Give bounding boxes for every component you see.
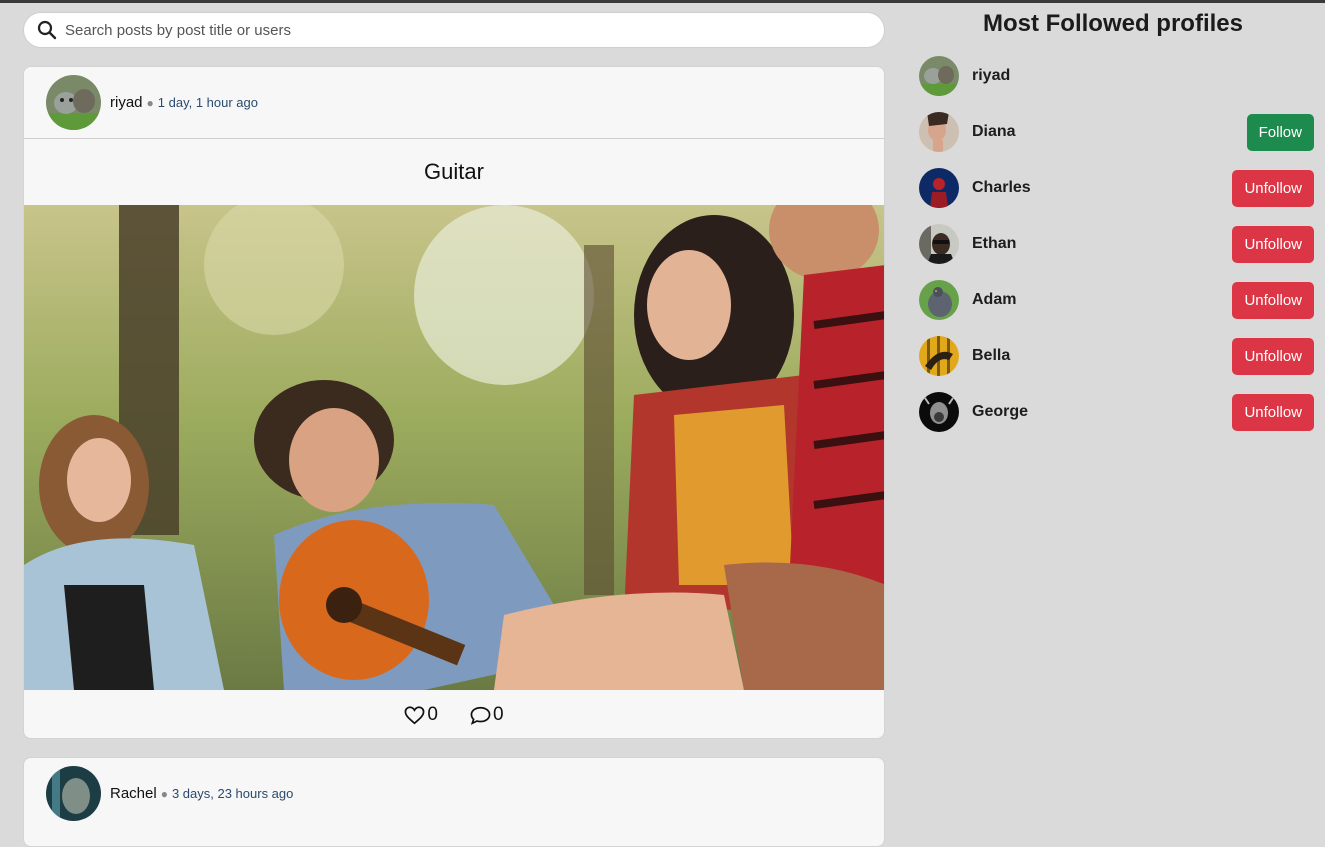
profile-name[interactable]: Adam bbox=[972, 291, 1232, 309]
profile-avatar[interactable] bbox=[919, 224, 959, 264]
post-author[interactable]: riyad bbox=[110, 94, 143, 111]
like-count: 0 bbox=[427, 704, 438, 725]
post-time: 1 day, 1 hour ago bbox=[157, 95, 258, 110]
unfollow-button[interactable]: Unfollow bbox=[1232, 169, 1314, 207]
author-avatar[interactable] bbox=[46, 75, 101, 130]
post-header: riyad ● 1 day, 1 hour ago bbox=[24, 67, 884, 139]
unfollow-button[interactable]: Unfollow bbox=[1232, 225, 1314, 263]
profile-item-diana[interactable]: Diana Follow bbox=[919, 112, 1314, 152]
comment-button[interactable]: 0 bbox=[470, 704, 504, 726]
post-card: Rachel ● 3 days, 23 hours ago bbox=[23, 757, 885, 847]
profile-item-ethan[interactable]: Ethan Unfollow bbox=[919, 224, 1314, 264]
profile-item-bella[interactable]: Bella Unfollow bbox=[919, 336, 1314, 376]
profile-item-charles[interactable]: Charles Unfollow bbox=[919, 168, 1314, 208]
post-time: 3 days, 23 hours ago bbox=[171, 786, 294, 801]
profile-item-adam[interactable]: Adam Unfollow bbox=[919, 280, 1314, 320]
post-footer: 0 0 bbox=[24, 690, 884, 738]
profile-name[interactable]: Diana bbox=[972, 123, 1247, 141]
heart-icon bbox=[404, 705, 425, 724]
search-bar[interactable] bbox=[23, 12, 885, 48]
comment-count: 0 bbox=[493, 704, 504, 725]
profile-avatar[interactable] bbox=[919, 56, 959, 96]
search-input[interactable] bbox=[63, 20, 847, 40]
profile-name[interactable]: Ethan bbox=[972, 235, 1232, 253]
profile-item-george[interactable]: George Unfollow bbox=[919, 392, 1314, 432]
profile-avatar[interactable] bbox=[919, 336, 959, 376]
post-header: Rachel ● 3 days, 23 hours ago bbox=[24, 758, 884, 829]
follow-button[interactable]: Follow bbox=[1246, 113, 1314, 151]
post-card: riyad ● 1 day, 1 hour ago Guitar 0 0 bbox=[23, 66, 885, 739]
profile-name[interactable]: George bbox=[972, 403, 1232, 421]
profile-avatar[interactable] bbox=[919, 112, 959, 152]
search-icon bbox=[37, 20, 57, 40]
unfollow-button[interactable]: Unfollow bbox=[1232, 281, 1314, 319]
post-image[interactable] bbox=[24, 205, 885, 690]
separator-dot: ● bbox=[146, 95, 154, 110]
sidebar-title: Most Followed profiles bbox=[982, 10, 1243, 37]
profile-item-riyad[interactable]: riyad bbox=[919, 56, 1314, 96]
comment-icon bbox=[470, 706, 491, 725]
unfollow-button[interactable]: Unfollow bbox=[1232, 393, 1314, 431]
top-bar bbox=[0, 0, 1325, 3]
author-avatar[interactable] bbox=[46, 766, 101, 821]
post-author[interactable]: Rachel bbox=[110, 785, 157, 802]
profile-name[interactable]: Charles bbox=[972, 179, 1232, 197]
profile-avatar[interactable] bbox=[919, 280, 959, 320]
profile-avatar[interactable] bbox=[919, 392, 959, 432]
like-button[interactable]: 0 bbox=[404, 704, 438, 726]
profile-avatar[interactable] bbox=[919, 168, 959, 208]
unfollow-button[interactable]: Unfollow bbox=[1232, 337, 1314, 375]
profile-name[interactable]: Bella bbox=[972, 347, 1232, 365]
separator-dot: ● bbox=[160, 786, 168, 801]
profile-name[interactable]: riyad bbox=[972, 67, 1314, 85]
post-title[interactable]: Guitar bbox=[24, 139, 884, 205]
